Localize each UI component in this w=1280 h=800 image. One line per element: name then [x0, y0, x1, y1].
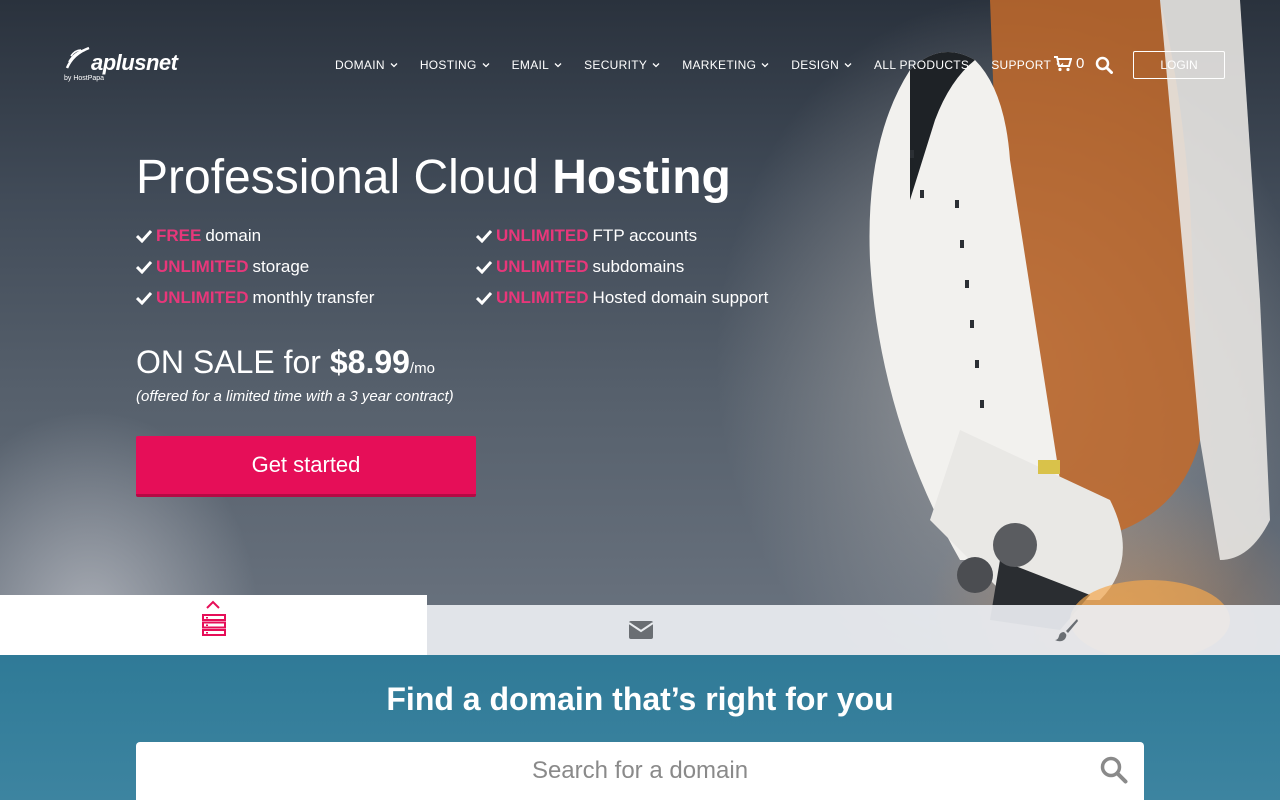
feature-text: domain	[205, 226, 262, 245]
checkmark-icon	[136, 291, 152, 305]
chevron-up-icon[interactable]	[205, 600, 221, 610]
domain-search-icon[interactable]	[1100, 756, 1128, 784]
feature-highlight: UNLIMITED	[496, 288, 589, 307]
main-nav: DOMAIN HOSTING EMAIL SECURITY MARKETING DESIG…	[335, 56, 1086, 74]
feature-text: subdomains	[592, 257, 685, 276]
search-icon[interactable]	[1095, 56, 1113, 74]
feature-item: UNLIMITED FTP accounts	[476, 226, 697, 246]
tab-design[interactable]	[854, 605, 1280, 655]
checkmark-icon	[476, 229, 492, 243]
nav-item-all-products[interactable]: ALL PRODUCTS	[874, 56, 969, 74]
envelope-icon	[628, 621, 653, 639]
hero-title-light: Professional Cloud	[136, 151, 553, 204]
feature-text: FTP accounts	[592, 226, 698, 245]
sale-note: (offered for a limited time with a 3 yea…	[136, 388, 454, 405]
hero-title: Professional Cloud Hosting	[136, 150, 731, 205]
checkmark-icon	[136, 229, 152, 243]
cart-icon	[1054, 55, 1072, 71]
domain-search-input[interactable]	[136, 742, 1144, 800]
nav-item-label: ALL PRODUCTS	[874, 58, 970, 72]
feature-item: UNLIMITED monthly transfer	[136, 288, 374, 308]
checkmark-icon	[476, 291, 492, 305]
hero-title-bold: Hosting	[552, 151, 731, 204]
feature-highlight: UNLIMITED	[496, 226, 589, 245]
price-value: $8.99	[329, 344, 410, 380]
nav-item-design[interactable]: DESIGN	[791, 56, 852, 74]
nav-item-label: MARKETING	[682, 58, 757, 72]
nav-item-hosting[interactable]: HOSTING	[420, 56, 490, 74]
sale-prefix: ON SALE for	[136, 344, 330, 380]
feature-item: UNLIMITED storage	[136, 257, 309, 277]
domain-search-title: Find a domain that’s right for you	[386, 681, 894, 717]
nav-item-security[interactable]: SECURITY	[584, 56, 660, 74]
login-button[interactable]: LOGIN	[1133, 51, 1225, 79]
chevron-down-icon	[761, 63, 769, 68]
paintbrush-icon	[1055, 619, 1078, 642]
nav-item-label: DESIGN	[791, 58, 840, 72]
chevron-down-icon	[652, 63, 660, 68]
nav-item-label: DOMAIN	[335, 58, 385, 72]
feature-item: UNLIMITED Hosted domain support	[476, 288, 768, 308]
checkmark-icon	[136, 260, 152, 274]
feature-list: FREE domain UNLIMITED storage UNLIMITED month…	[136, 226, 836, 326]
feature-text: monthly transfer	[252, 288, 375, 307]
feature-text: storage	[252, 257, 310, 276]
get-started-button[interactable]: Get started	[136, 436, 476, 497]
sale-price: ON SALE for $8.99/mo	[136, 344, 435, 381]
tab-email[interactable]	[427, 605, 854, 655]
feature-text: Hosted domain support	[592, 288, 769, 307]
nav-item-label: SECURITY	[584, 58, 648, 72]
cart-count: 0	[1076, 55, 1085, 72]
nav-item-marketing[interactable]: MARKETING	[682, 56, 769, 74]
logo-mark-icon	[65, 46, 90, 69]
logo-byline: by HostPapa	[64, 75, 105, 82]
domain-search-box	[136, 742, 1144, 800]
server-icon	[201, 614, 226, 636]
chevron-down-icon	[844, 63, 852, 68]
feature-highlight: UNLIMITED	[156, 288, 249, 307]
feature-highlight: UNLIMITED	[156, 257, 249, 276]
cart-button[interactable]: 0	[1054, 55, 1084, 72]
logo-wordmark: aplusnet	[91, 50, 178, 75]
feature-highlight: UNLIMITED	[496, 257, 589, 276]
nav-item-label: SUPPORT	[991, 58, 1052, 72]
feature-highlight: FREE	[156, 226, 202, 245]
feature-item: UNLIMITED subdomains	[476, 257, 684, 277]
feature-item: FREE domain	[136, 226, 261, 246]
chevron-down-icon	[554, 63, 562, 68]
chevron-down-icon	[390, 63, 398, 68]
checkmark-icon	[476, 260, 492, 274]
nav-item-label: HOSTING	[419, 58, 477, 72]
site-header: aplusnet by HostPapa DOMAIN HOSTING EMAIL S…	[0, 0, 1280, 130]
nav-item-email[interactable]: EMAIL	[512, 56, 563, 74]
chevron-down-icon	[482, 63, 490, 68]
price-unit: /mo	[409, 360, 435, 377]
nav-item-domain[interactable]: DOMAIN	[335, 56, 398, 74]
nav-item-label: EMAIL	[511, 58, 550, 72]
aplusnet-logo[interactable]: aplusnet by HostPapa	[63, 44, 193, 86]
domain-search-section: Find a domain that’s right for you	[0, 655, 1280, 800]
